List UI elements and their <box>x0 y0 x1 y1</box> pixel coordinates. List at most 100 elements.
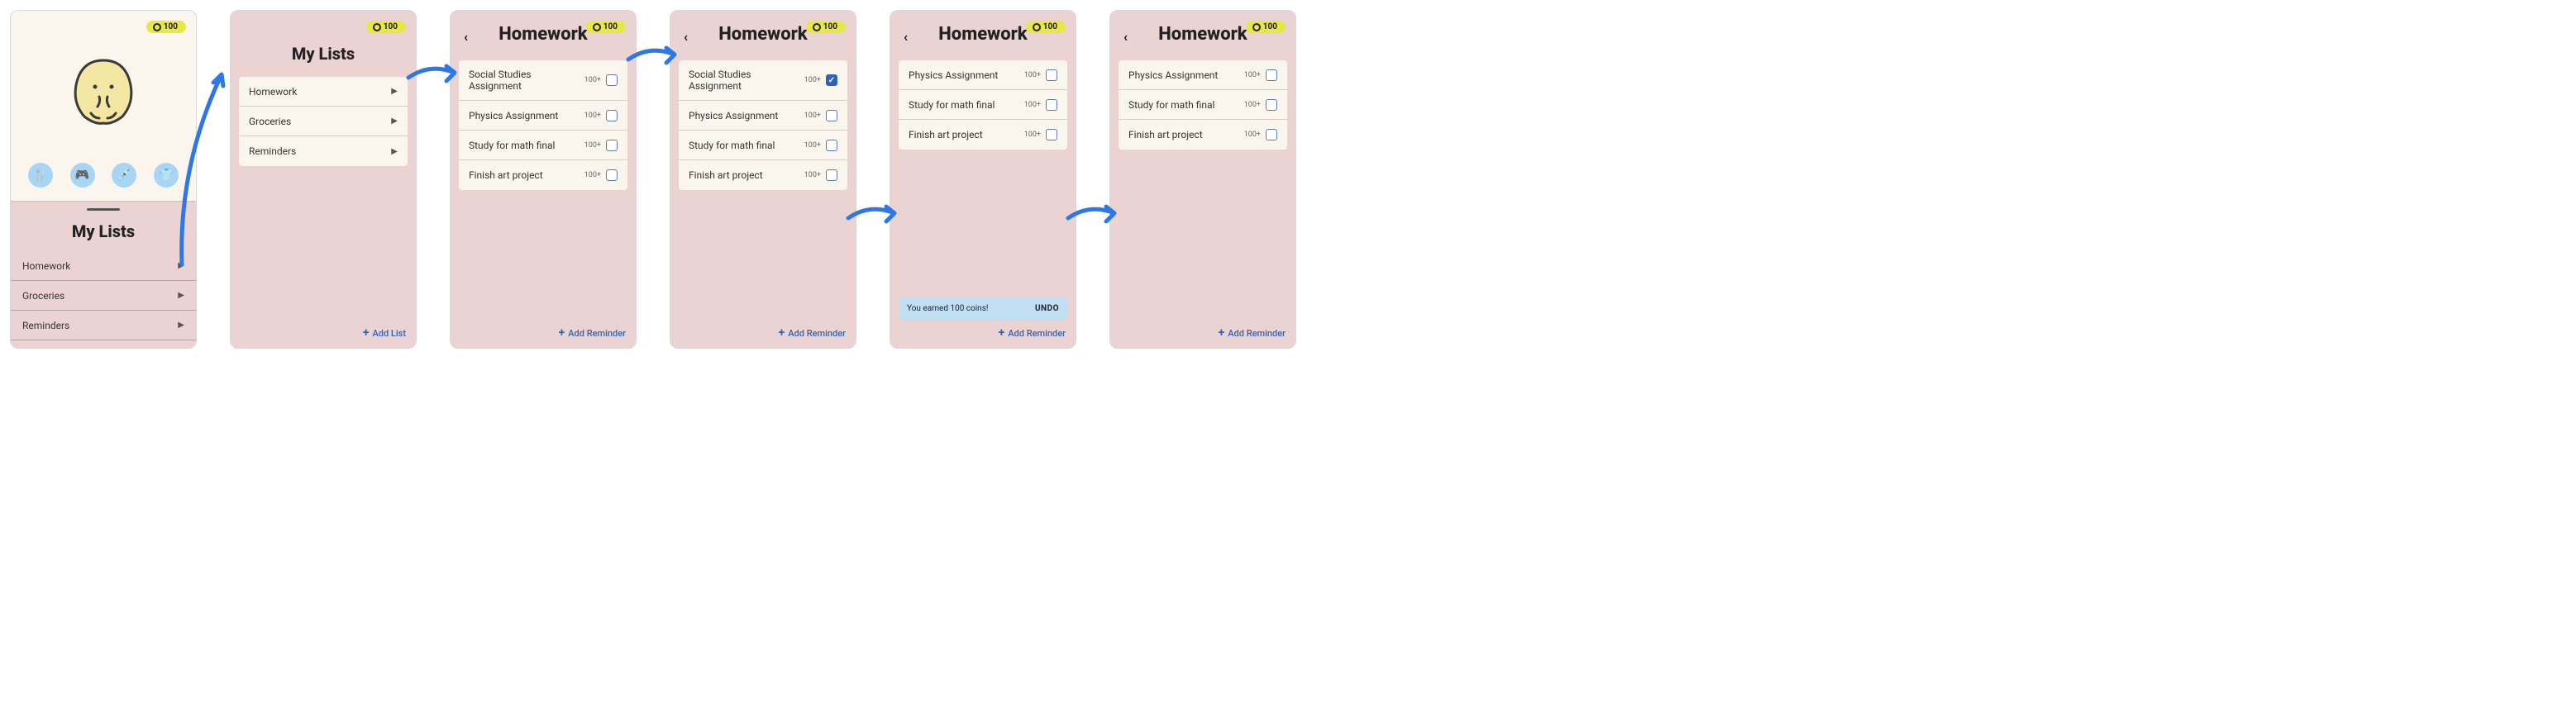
game-button[interactable]: 🎮 <box>70 163 95 188</box>
task-checkbox[interactable] <box>606 74 618 86</box>
task-row[interactable]: Study for math final 100+ <box>459 131 627 160</box>
back-button[interactable]: ‹ <box>1123 29 1128 45</box>
task-row[interactable]: Study for math final 100+ <box>899 90 1067 120</box>
task-row[interactable]: Physics Assignment 100+ <box>459 101 627 131</box>
vaccine-button[interactable]: 💉 <box>112 163 136 188</box>
task-row[interactable]: Study for math final 100+ <box>679 131 847 160</box>
coin-badge[interactable]: 100 <box>1026 21 1066 33</box>
task-row[interactable]: Finish art project 100+ <box>459 160 627 190</box>
list-item-groceries[interactable]: Groceries ▶ <box>239 107 408 136</box>
task-row[interactable]: Physics Assignment 100+ <box>1119 60 1287 90</box>
list-item-reminders[interactable]: Reminders ▶ <box>239 136 408 166</box>
coin-value: 100 <box>603 22 618 31</box>
add-reminder-button[interactable]: + Add Reminder <box>559 326 626 340</box>
shirt-button[interactable]: 👕 <box>154 163 179 188</box>
task-name: Study for math final <box>689 140 775 151</box>
task-row[interactable]: Social Studies Assignment 100+ <box>459 60 627 101</box>
coin-badge[interactable]: 100 <box>586 21 626 33</box>
task-reward: 100+ <box>1024 101 1041 109</box>
plus-icon: + <box>999 326 1005 340</box>
add-reminder-button[interactable]: + Add Reminder <box>1219 326 1286 340</box>
undo-button[interactable]: UNDO <box>1035 304 1059 313</box>
shirt-icon: 👕 <box>159 169 173 182</box>
add-reminder-label: Add Reminder <box>1228 328 1286 339</box>
task-row[interactable]: Physics Assignment 100+ <box>899 60 1067 90</box>
task-reward: 100+ <box>584 112 601 120</box>
add-reminder-button[interactable]: + Add Reminder <box>779 326 846 340</box>
toast-message: You earned 100 coins! <box>907 304 988 313</box>
back-button[interactable]: ‹ <box>684 29 688 45</box>
coin-icon <box>373 23 381 31</box>
task-checkbox[interactable] <box>1046 69 1057 81</box>
plus-icon: + <box>559 326 565 340</box>
list-item-groceries[interactable]: Groceries ▶ <box>11 281 196 311</box>
task-checkbox[interactable] <box>826 140 837 151</box>
task-name: Study for math final <box>469 140 555 151</box>
task-checkbox[interactable] <box>1046 99 1057 111</box>
lists-card: Homework ▶ Groceries ▶ Reminders ▶ <box>239 77 408 166</box>
task-checkbox[interactable] <box>826 74 837 86</box>
food-button[interactable]: 🍴 <box>28 163 53 188</box>
task-row[interactable]: Physics Assignment 100+ <box>679 101 847 131</box>
tasks-card: Social Studies Assignment 100+ Physics A… <box>679 60 847 190</box>
coin-icon <box>1252 23 1261 31</box>
add-reminder-button[interactable]: + Add Reminder <box>999 326 1066 340</box>
task-checkbox[interactable] <box>1266 129 1277 140</box>
back-button[interactable]: ‹ <box>904 29 908 45</box>
screen-homework-checked: ‹ Homework 100 Social Studies Assignment… <box>670 10 856 349</box>
task-checkbox[interactable] <box>606 140 618 151</box>
task-checkbox[interactable] <box>826 110 837 121</box>
chevron-right-icon: ▶ <box>178 291 184 300</box>
task-name: Study for math final <box>1128 99 1214 111</box>
pet-action-row: 🍴 🎮 💉 👕 <box>11 163 196 188</box>
task-reward: 100+ <box>1024 71 1041 79</box>
coin-value: 100 <box>164 22 178 31</box>
screen-mylists: 100 My Lists Homework ▶ Groceries ▶ Remi… <box>230 10 417 349</box>
coin-badge[interactable]: 100 <box>806 21 846 33</box>
task-row[interactable]: Finish art project 100+ <box>899 120 1067 150</box>
task-reward: 100+ <box>584 171 601 179</box>
sheet-handle[interactable] <box>87 208 120 211</box>
coin-badge[interactable]: 100 <box>366 21 406 33</box>
game-icon: 🎮 <box>75 169 89 182</box>
task-name: Social Studies Assignment <box>689 69 804 92</box>
task-row[interactable]: Social Studies Assignment 100+ <box>679 60 847 101</box>
task-row[interactable]: Finish art project 100+ <box>1119 120 1287 150</box>
task-row[interactable]: Finish art project 100+ <box>679 160 847 190</box>
list-item-homework[interactable]: Homework ▶ <box>239 77 408 107</box>
add-list-button[interactable]: + Add List <box>363 326 406 340</box>
task-name: Physics Assignment <box>1128 69 1218 81</box>
task-checkbox[interactable] <box>826 169 837 181</box>
coin-badge[interactable]: 100 <box>1246 21 1286 33</box>
lists-container: Homework ▶ Groceries ▶ Reminders ▶ <box>11 251 196 340</box>
task-checkbox[interactable] <box>1266 99 1277 111</box>
task-reward: 100+ <box>804 171 821 179</box>
task-name: Physics Assignment <box>689 110 778 121</box>
list-item-label: Homework <box>22 260 70 272</box>
tasks-card: Physics Assignment 100+ Study for math f… <box>1119 60 1287 150</box>
task-row[interactable]: Study for math final 100+ <box>1119 90 1287 120</box>
task-name: Study for math final <box>909 99 995 111</box>
coin-badge[interactable]: 100 <box>146 21 186 33</box>
task-reward: 100+ <box>584 141 601 150</box>
pet-avatar <box>66 52 141 130</box>
header: ‹ Homework 100 <box>890 11 1076 60</box>
chevron-right-icon: ▶ <box>391 87 398 96</box>
header: ‹ Homework 100 <box>451 11 636 60</box>
coin-value: 100 <box>1043 22 1057 31</box>
task-checkbox[interactable] <box>606 110 618 121</box>
chevron-right-icon: ▶ <box>391 117 398 126</box>
task-checkbox[interactable] <box>1046 129 1057 140</box>
list-item-reminders[interactable]: Reminders ▶ <box>11 311 196 340</box>
bottom-sheet[interactable]: My Lists Homework ▶ Groceries ▶ Reminder… <box>11 201 196 349</box>
task-checkbox[interactable] <box>1266 69 1277 81</box>
list-item-label: Reminders <box>249 145 296 157</box>
task-checkbox[interactable] <box>606 169 618 181</box>
back-button[interactable]: ‹ <box>464 29 468 45</box>
chevron-right-icon: ▶ <box>391 147 398 156</box>
list-item-homework[interactable]: Homework ▶ <box>11 251 196 281</box>
coin-icon <box>153 23 161 31</box>
tasks-card: Physics Assignment 100+ Study for math f… <box>899 60 1067 150</box>
add-reminder-label: Add Reminder <box>788 328 846 339</box>
reward-toast: You earned 100 coins! UNDO <box>899 297 1067 320</box>
